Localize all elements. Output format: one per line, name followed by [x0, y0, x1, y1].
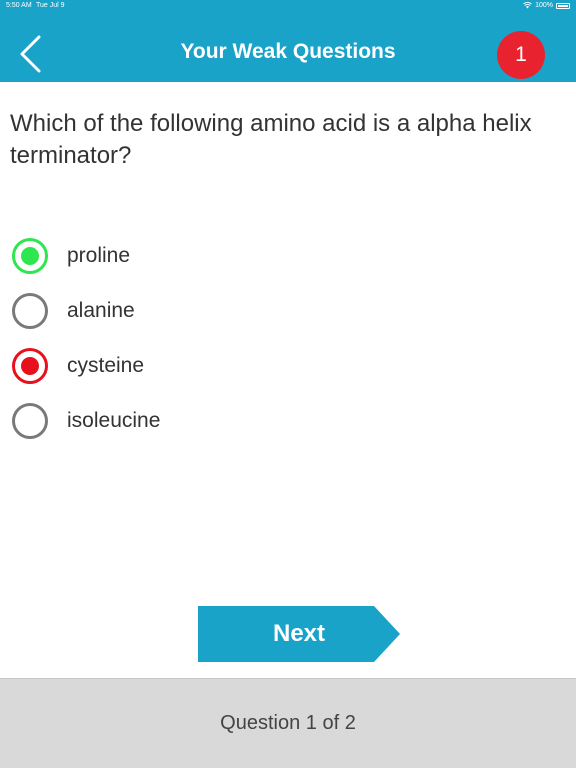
wifi-icon	[523, 2, 532, 9]
weak-count-badge[interactable]: 1	[497, 31, 545, 79]
radio-empty-icon[interactable]	[12, 402, 48, 439]
option-label: proline	[67, 243, 131, 267]
radio-correct-icon[interactable]	[12, 237, 48, 274]
question-progress: Question 1 of 2	[220, 712, 356, 734]
radio-empty-icon[interactable]	[12, 292, 48, 329]
footer-bar: Question 1 of 2	[0, 678, 576, 768]
status-right: 100%	[523, 2, 570, 9]
next-button[interactable]: Next	[198, 606, 400, 662]
option-label: isoleucine	[67, 408, 161, 432]
option-cysteine[interactable]: cysteine	[12, 338, 552, 393]
option-alanine[interactable]: alanine	[12, 283, 552, 338]
battery-icon	[556, 2, 570, 9]
status-bar: 5:50 AM Tue Jul 9 100%	[0, 0, 576, 14]
header-bar: 5:50 AM Tue Jul 9 100% Your Weak Questio…	[0, 0, 576, 82]
option-label: cysteine	[67, 353, 145, 377]
radio-wrong-icon[interactable]	[12, 347, 48, 384]
answer-options: proline alanine cysteine isoleucine	[12, 228, 552, 448]
question-text: Which of the following amino acid is a a…	[10, 110, 532, 169]
status-time: 5:50 AM	[6, 2, 32, 9]
option-proline[interactable]: proline	[12, 228, 552, 283]
page-title: Your Weak Questions	[180, 40, 396, 63]
battery-percent: 100%	[535, 2, 553, 9]
option-label: alanine	[67, 298, 135, 322]
option-isoleucine[interactable]: isoleucine	[12, 393, 552, 448]
next-button-label: Next	[272, 620, 326, 647]
status-date: Tue Jul 9	[36, 2, 65, 9]
